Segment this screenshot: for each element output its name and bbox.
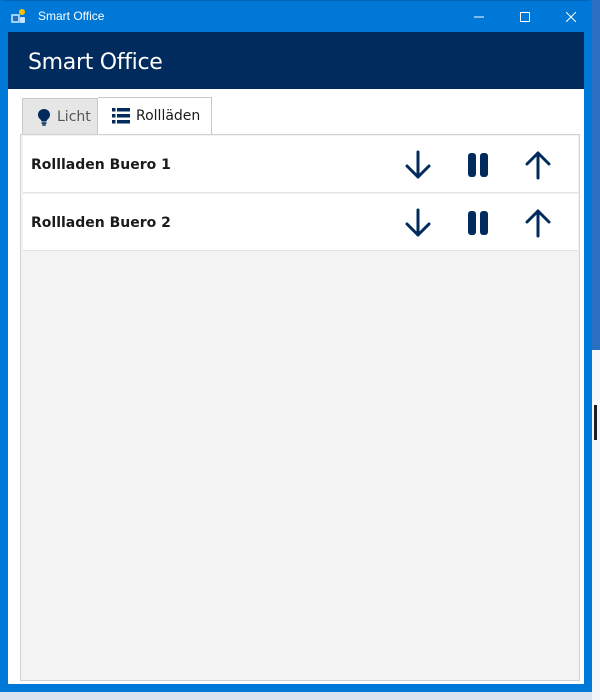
blind-pause-button[interactable] [461,206,495,240]
arrow-up-icon [525,151,551,180]
lightbulb-icon [37,108,51,126]
tab-bar: Licht Rollläden [22,97,212,134]
minimize-button[interactable] [456,1,502,32]
tab-licht-label: Licht [57,108,91,125]
pause-icon [468,153,488,177]
blind-down-button[interactable] [401,148,435,182]
page-title: Smart Office [28,50,163,75]
blind-down-button[interactable] [401,206,435,240]
pause-icon [468,211,488,235]
list-item-blind: Rollladen Buero 1 [23,136,578,193]
blind-label: Rollladen Buero 1 [31,157,171,173]
blind-up-button[interactable] [521,148,555,182]
arrow-down-icon [405,150,431,179]
app-logo-icon [11,9,25,23]
maximize-button[interactable] [502,1,548,32]
blind-pause-button[interactable] [461,148,495,182]
blind-label: Rollladen Buero 2 [31,215,171,231]
main-content: Licht Rollläden Rollladen Buero 1 Rollla… [8,89,584,684]
tab-licht[interactable]: Licht [22,98,98,134]
title-bar[interactable]: Smart Office [8,1,584,32]
tab-rolllaeden[interactable]: Rollläden [98,97,212,134]
blind-up-button[interactable] [521,206,555,240]
arrow-down-icon [405,208,431,237]
minimize-icon [474,16,484,17]
app-header: Smart Office [8,32,584,89]
list-item-blind: Rollladen Buero 2 [23,194,578,251]
window-title: Smart Office [38,9,105,23]
arrow-up-icon [525,209,551,238]
desktop-window-fragment [592,350,600,700]
desktop-background [592,0,600,700]
desktop-wallpaper [592,0,600,350]
close-button[interactable] [548,1,584,32]
blinds-panel: Rollladen Buero 1 Rollladen Buero 2 [20,134,580,681]
desktop-text-fragment [594,405,597,440]
app-window: Smart Office Smart Office Licht Rollläde… [0,0,592,692]
maximize-icon [520,11,530,22]
close-icon [566,11,576,22]
list-icon [112,108,130,124]
tab-rolllaeden-label: Rollläden [136,108,201,124]
